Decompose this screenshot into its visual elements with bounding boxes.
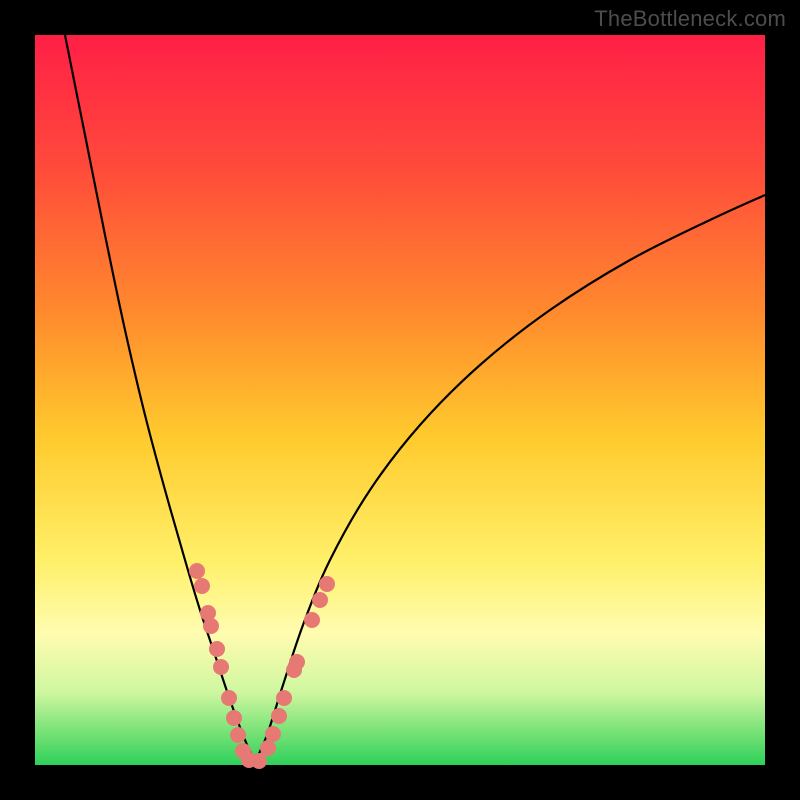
data-dot <box>203 618 219 634</box>
data-dot <box>276 690 292 706</box>
data-dot <box>226 710 242 726</box>
watermark-text: TheBottleneck.com <box>594 6 786 32</box>
data-dot <box>221 690 237 706</box>
data-dot <box>271 708 287 724</box>
data-dot <box>251 753 267 769</box>
data-dot <box>209 641 225 657</box>
curve-left-branch <box>65 35 255 762</box>
data-dot <box>304 612 320 628</box>
data-dot <box>265 726 281 742</box>
curve-right-branch <box>255 195 765 762</box>
plot-area <box>35 35 765 765</box>
data-dot <box>260 740 276 756</box>
chart-svg <box>35 35 765 765</box>
data-dot <box>230 727 246 743</box>
data-dot <box>319 576 335 592</box>
data-dot <box>312 592 328 608</box>
chart-frame: TheBottleneck.com <box>0 0 800 800</box>
data-dot <box>289 654 305 670</box>
data-dot <box>213 659 229 675</box>
data-dot <box>189 563 205 579</box>
data-dot <box>194 578 210 594</box>
dots-cluster <box>189 563 335 769</box>
